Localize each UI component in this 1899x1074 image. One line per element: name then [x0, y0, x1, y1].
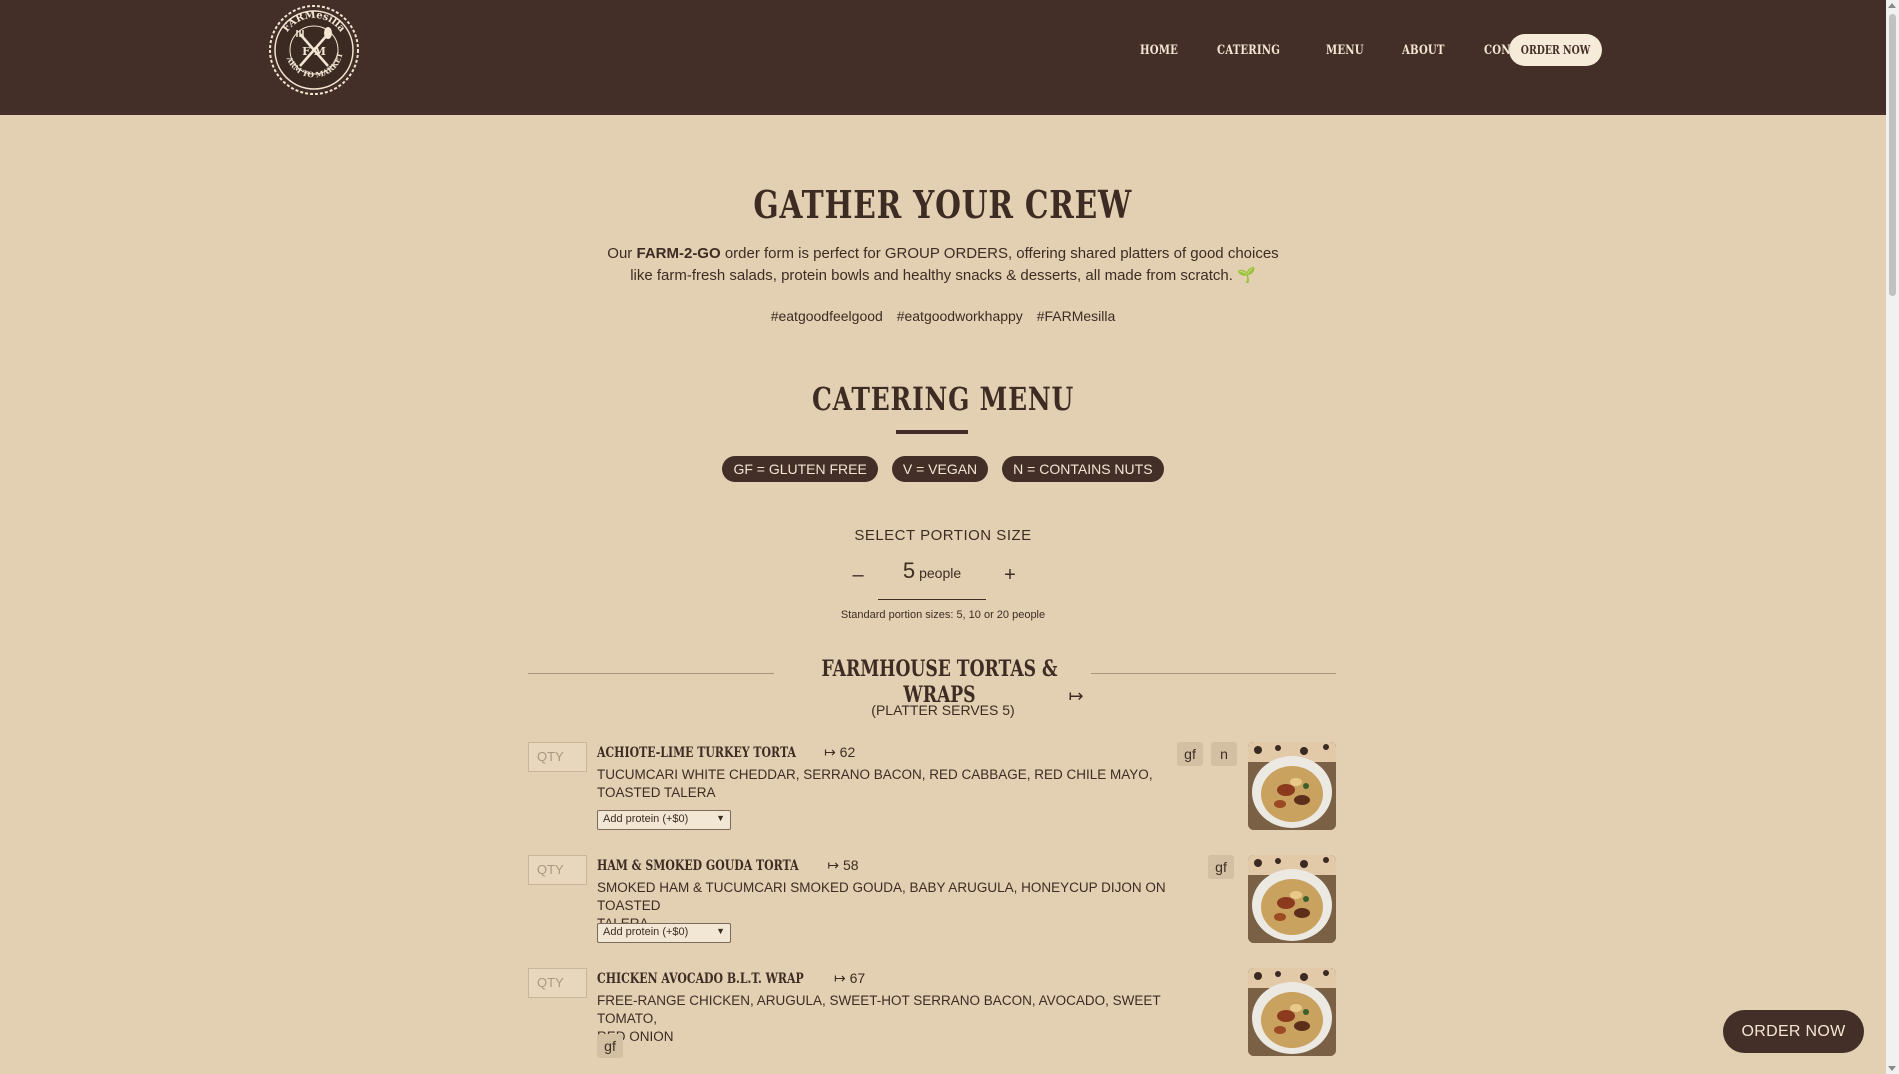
- item-price: ↦ 62: [824, 744, 856, 760]
- top-nav: FARMesilla FARM TO MARKET F M HOME CATER…: [0, 0, 1886, 115]
- item-price: ↦ 58: [827, 857, 859, 873]
- qty-input[interactable]: QTY: [528, 742, 587, 772]
- section-header: FARMHOUSE TORTAS & WRAPS ↦: [528, 656, 1336, 708]
- menu-item: QTY ACHIOTE-LIME TURKEY TORTA ↦ 62 TUCUMC…: [528, 742, 1336, 832]
- legend-gluten-free: GF = GLUTEN FREE: [722, 456, 878, 482]
- portion-number: 5: [902, 558, 916, 583]
- section-rule-left: [528, 673, 774, 674]
- scroll-down-icon[interactable]: [1888, 1066, 1896, 1071]
- portion-stepper: – 5 people +: [842, 558, 1042, 602]
- nav-about[interactable]: ABOUT: [1402, 43, 1445, 58]
- scroll-thumb[interactable]: [1889, 14, 1896, 296]
- portion-decrease-button[interactable]: –: [846, 564, 870, 587]
- chevron-down-icon: ▼: [716, 926, 725, 936]
- portion-note: Standard portion sizes: 5, 10 or 20 peop…: [840, 609, 1046, 621]
- portion-unit: people: [919, 565, 962, 581]
- legend-vegan: V = VEGAN: [891, 456, 989, 482]
- item-photo[interactable]: [1248, 968, 1336, 1056]
- page-title: GATHER YOUR CREW: [753, 182, 1133, 227]
- page-scrollbar[interactable]: [1886, 0, 1899, 1074]
- nav-order-now-button[interactable]: ORDER NOW: [1509, 34, 1602, 66]
- item-photo[interactable]: [1248, 742, 1336, 830]
- logo-initials: F M: [302, 45, 326, 58]
- item-title: CHICKEN AVOCADO B.L.T. WRAP ↦ 67: [597, 970, 866, 987]
- nav-menu[interactable]: MENU: [1326, 43, 1364, 58]
- title-underline: [896, 430, 968, 434]
- floating-order-now-button[interactable]: ORDER NOW: [1723, 1010, 1864, 1053]
- menu-item: QTY CHICKEN AVOCADO B.L.T. WRAP ↦ 67 FREE…: [528, 968, 1336, 1058]
- portion-increase-button[interactable]: +: [998, 564, 1022, 587]
- portion-size-label: SELECT PORTION SIZE: [854, 527, 1032, 544]
- legend-nuts: N = CONTAINS NUTS: [1002, 456, 1164, 482]
- tag-gluten-free: gf: [597, 1034, 623, 1058]
- scroll-up-icon[interactable]: [1888, 3, 1896, 8]
- tag-gluten-free: gf: [1208, 855, 1234, 879]
- hashtag[interactable]: #eatgoodfeelgood: [771, 308, 883, 324]
- portion-value[interactable]: 5 people: [878, 558, 986, 600]
- catering-menu-title: CATERING MENU: [811, 380, 1075, 418]
- section-title: FARMHOUSE TORTAS & WRAPS ↦: [821, 656, 1084, 708]
- tag-gluten-free: gf: [1177, 742, 1203, 766]
- item-description: TUCUMCARI WHITE CHEDDAR, SERRANO BACON, …: [597, 767, 1153, 800]
- item-title: HAM & SMOKED GOUDA TORTA ↦ 58: [597, 857, 859, 874]
- nav-catering[interactable]: CATERING: [1217, 43, 1280, 58]
- hashtag[interactable]: #eatgoodworkhappy: [897, 308, 1023, 324]
- diet-legend: GF = GLUTEN FREE V = VEGAN N = CONTAINS …: [0, 456, 1886, 482]
- add-protein-select[interactable]: Add protein (+$0) ▼: [597, 810, 731, 830]
- item-photo[interactable]: [1248, 855, 1336, 943]
- hashtag[interactable]: #FARMesilla: [1037, 308, 1116, 324]
- nav-home[interactable]: HOME: [1140, 43, 1178, 58]
- section-rule-right: [1091, 673, 1336, 674]
- menu-item: QTY HAM & SMOKED GOUDA TORTA ↦ 58 SMOKED …: [528, 855, 1336, 945]
- qty-input[interactable]: QTY: [528, 855, 587, 885]
- add-protein-select[interactable]: Add protein (+$0) ▼: [597, 923, 731, 943]
- hashtags: #eatgoodfeelgood #eatgoodworkhappy #FARM…: [0, 308, 1886, 324]
- item-description: FREE-RANGE CHICKEN, ARUGULA, SWEET-HOT S…: [597, 993, 1161, 1044]
- qty-input[interactable]: QTY: [528, 968, 587, 998]
- chevron-down-icon: ▼: [716, 813, 725, 823]
- intro-text: Our FARM-2-GO order form is perfect for …: [607, 245, 1279, 284]
- farmesilla-logo[interactable]: FARMesilla FARM TO MARKET F M: [266, 0, 360, 96]
- tag-nuts: n: [1211, 742, 1237, 766]
- platter-serves: (PLATTER SERVES 5): [871, 702, 1015, 718]
- item-price: ↦ 67: [833, 970, 866, 986]
- item-title: ACHIOTE-LIME TURKEY TORTA ↦ 62: [597, 744, 856, 761]
